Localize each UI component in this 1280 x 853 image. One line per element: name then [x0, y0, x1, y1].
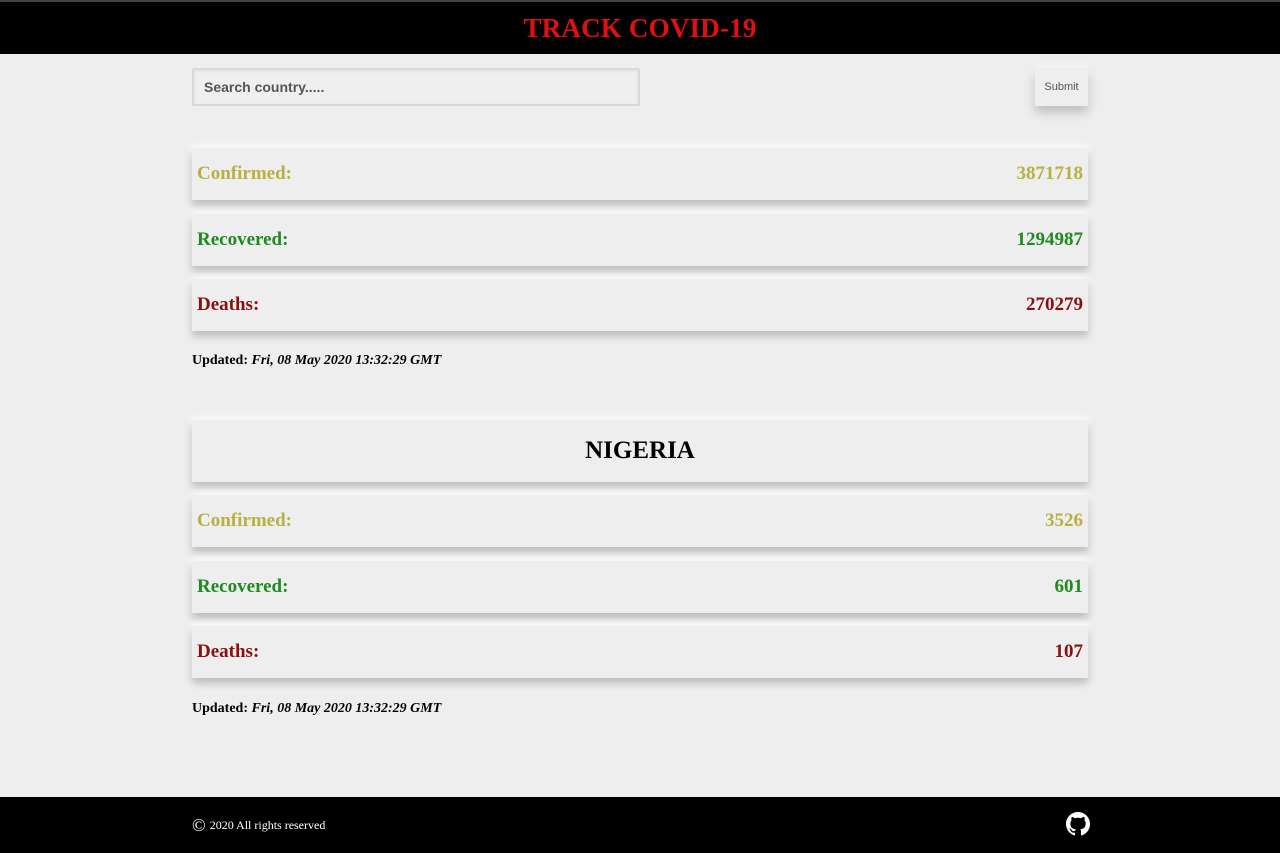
country-deaths-label: Deaths: — [197, 641, 260, 662]
country-recovered-label: Recovered: — [197, 576, 289, 597]
country-recovered-value: 601 — [1054, 576, 1084, 597]
country-updated-label: Updated: — [192, 701, 249, 716]
global-confirmed-value: 3871718 — [1016, 163, 1084, 184]
global-recovered-panel: Recovered: 1294987 — [192, 214, 1088, 266]
country-deaths-panel: Deaths: 107 — [192, 626, 1088, 678]
global-updated-text: Updated: Fri, 08 May 2020 13:32:29 GMT — [192, 353, 441, 369]
country-recovered-panel: Recovered: 601 — [192, 561, 1088, 613]
country-confirmed-panel: Confirmed: 3526 — [192, 495, 1088, 547]
github-icon[interactable] — [1066, 812, 1090, 836]
submit-button[interactable]: Submit — [1035, 68, 1088, 106]
global-updated-time: Fri, 08 May 2020 13:32:29 GMT — [251, 353, 442, 368]
country-name: NIGERIA — [585, 437, 695, 464]
country-confirmed-value: 3526 — [1045, 510, 1083, 531]
country-confirmed-label: Confirmed: — [197, 510, 292, 531]
search-country-input[interactable] — [192, 68, 640, 106]
copyright-text: 2020 All rights reserved — [209, 817, 326, 832]
copyright-notice: © 2020 All rights reserved — [192, 816, 325, 834]
site-title: TRACK COVID-19 — [523, 12, 757, 43]
global-recovered-label: Recovered: — [197, 229, 289, 250]
header-bar: TRACK COVID-19 — [0, 2, 1280, 54]
country-updated-time: Fri, 08 May 2020 13:32:29 GMT — [251, 701, 442, 716]
global-confirmed-label: Confirmed: — [197, 163, 292, 184]
search-row: Submit — [192, 68, 1088, 106]
global-confirmed-panel: Confirmed: 3871718 — [192, 148, 1088, 200]
global-deaths-label: Deaths: — [197, 294, 260, 315]
global-recovered-value: 1294987 — [1016, 229, 1084, 250]
country-name-panel: NIGERIA — [192, 420, 1088, 482]
country-updated-text: Updated: Fri, 08 May 2020 13:32:29 GMT — [192, 701, 441, 717]
copyright-icon: © — [192, 815, 206, 835]
footer-bar: © 2020 All rights reserved — [0, 797, 1280, 853]
global-deaths-panel: Deaths: 270279 — [192, 279, 1088, 331]
global-updated-label: Updated: — [192, 353, 249, 368]
global-deaths-value: 270279 — [1026, 294, 1083, 315]
country-deaths-value: 107 — [1054, 641, 1084, 662]
